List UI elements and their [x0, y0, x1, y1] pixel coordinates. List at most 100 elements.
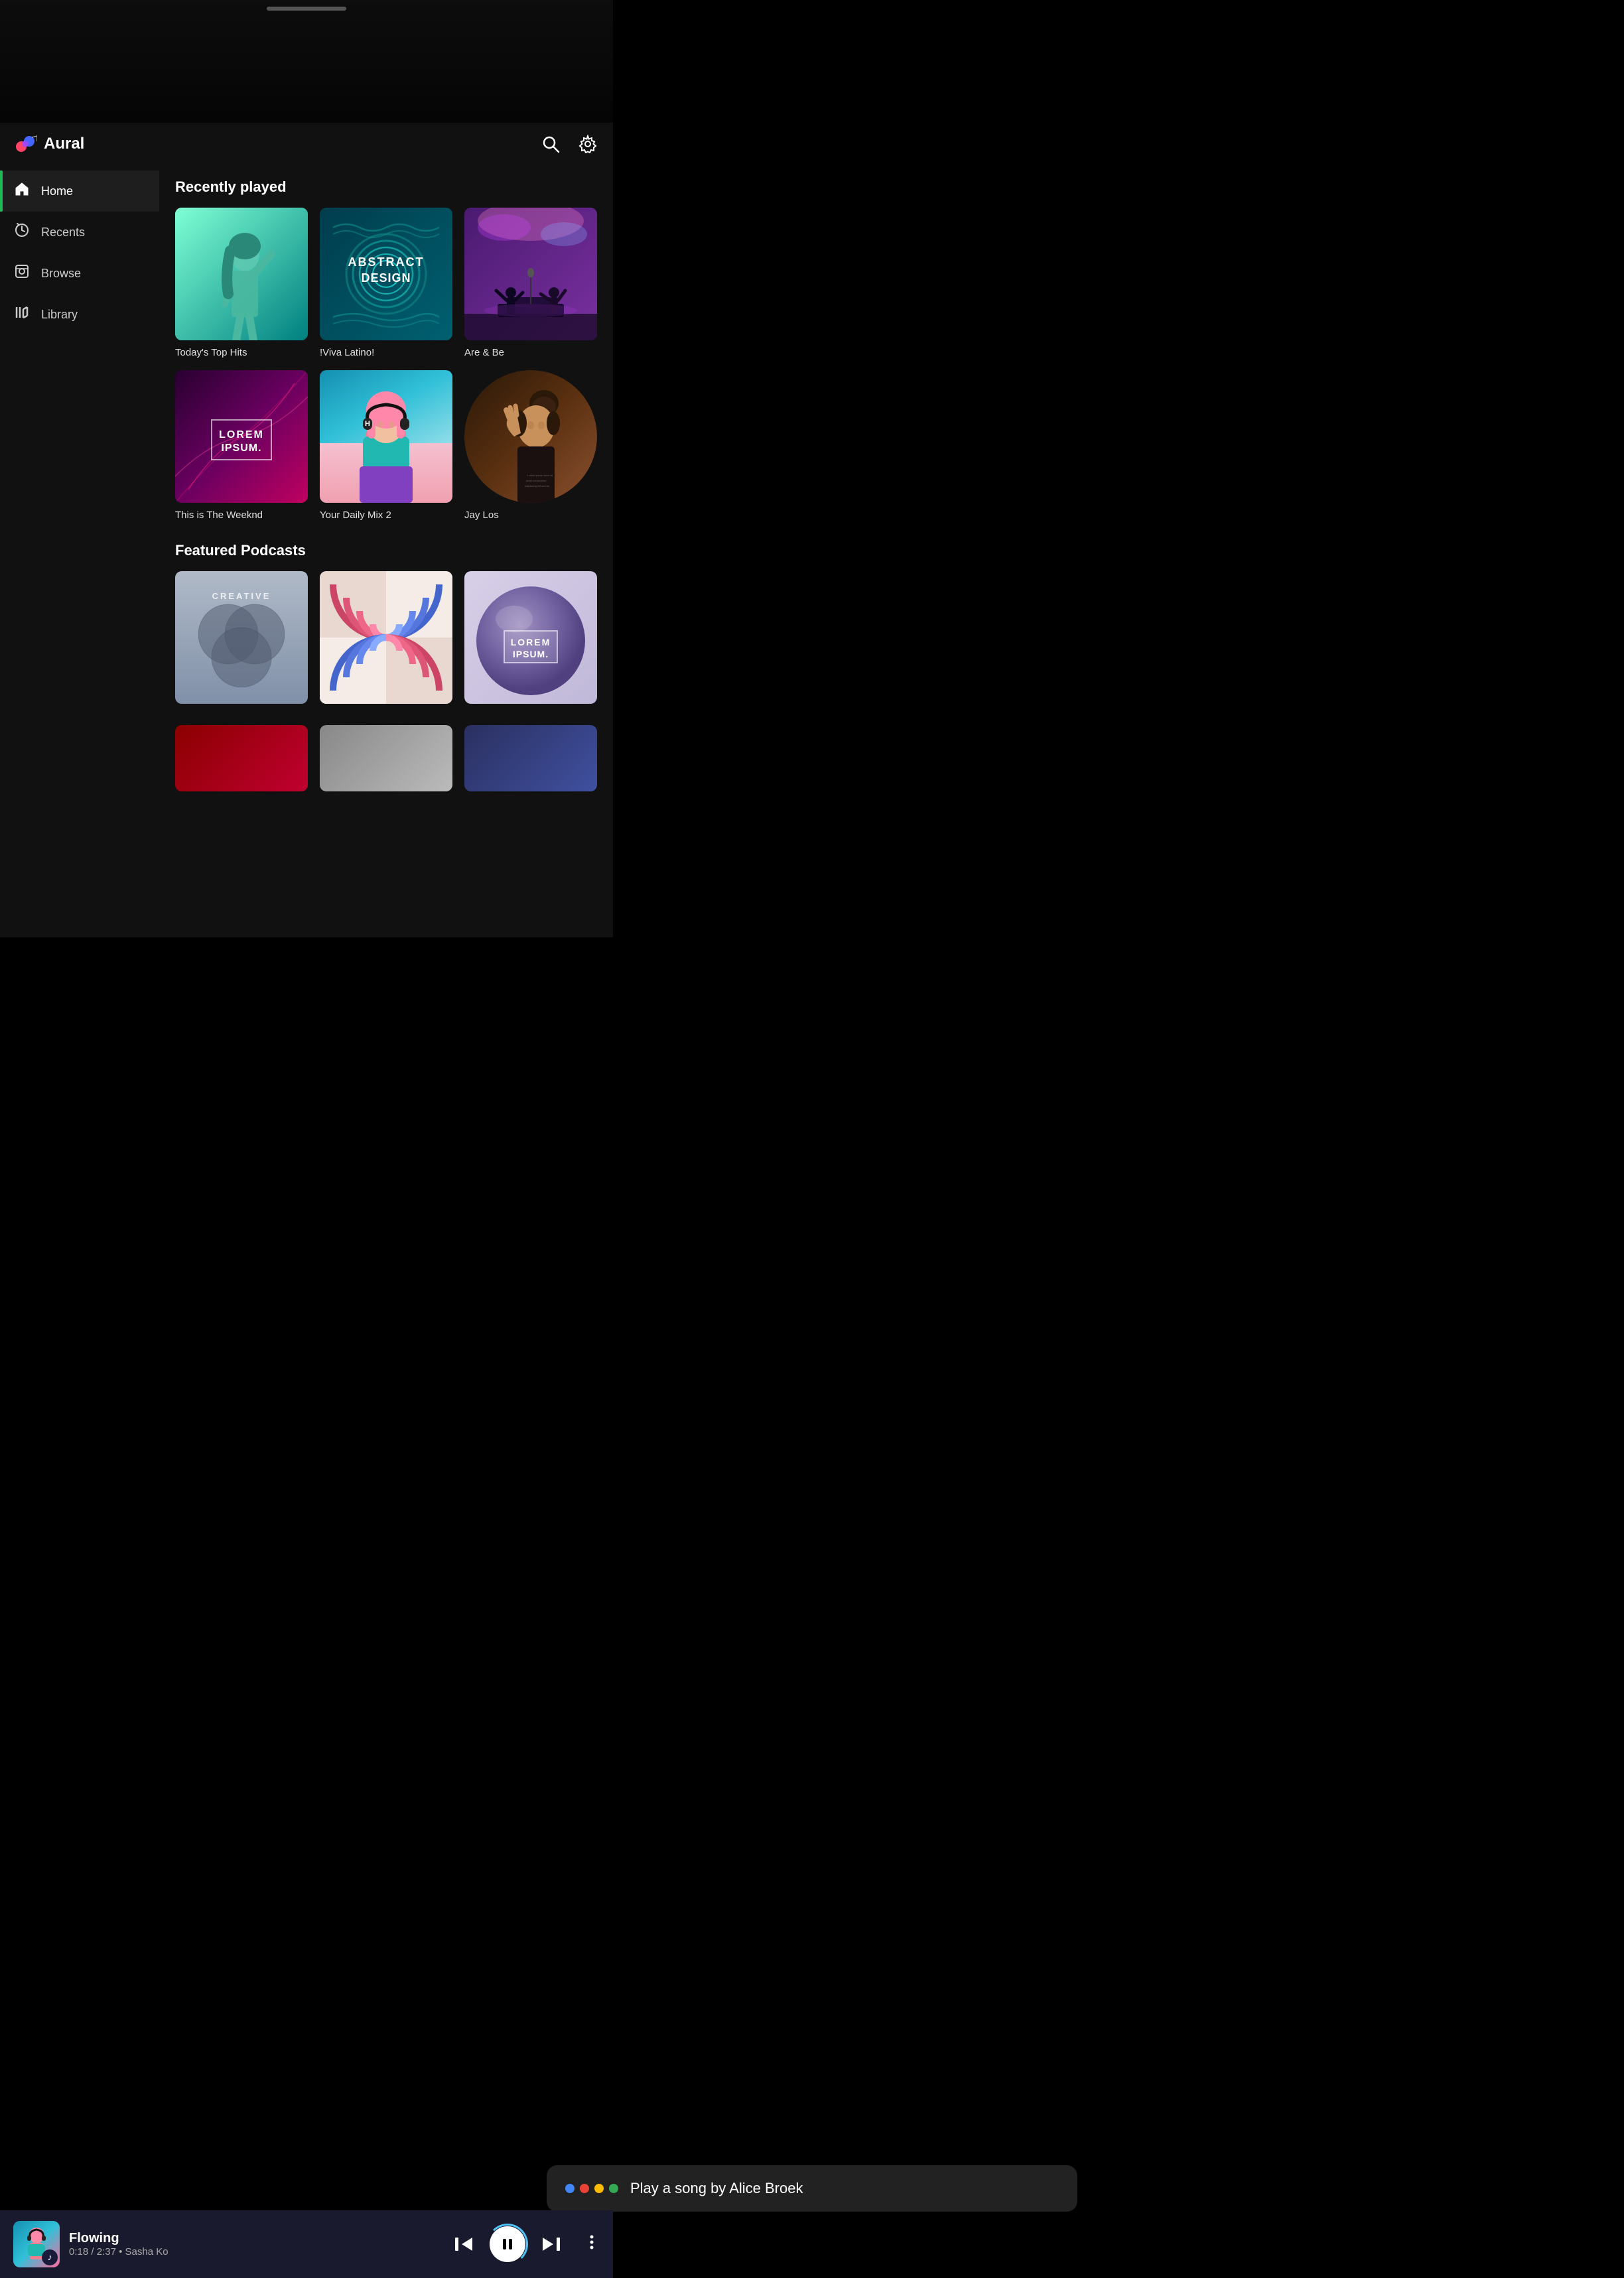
podcast-thumb-3: LOREM IPSUM. [464, 571, 597, 704]
sidebar-item-browse[interactable]: Browse [0, 253, 159, 294]
app-title: Aural [44, 135, 84, 153]
svg-text:CREATIVE: CREATIVE [212, 591, 271, 601]
album-label-top-hits: Today's Top Hits [175, 347, 308, 358]
album-thumb-top-hits [175, 208, 308, 340]
top-hits-art [175, 208, 308, 340]
settings-button[interactable] [576, 132, 600, 156]
recently-played-title: Recently played [175, 178, 597, 196]
main-layout: Home Recents Browse [0, 165, 613, 937]
dot-blue [565, 2184, 575, 2193]
album-card-weeknd[interactable]: LOREM IPSUM. This is The Weeknd [175, 370, 308, 521]
viva-latino-art: ABSTRACT DESIGN [320, 208, 452, 340]
browse-icon [13, 263, 31, 283]
more-options-button[interactable] [584, 2234, 600, 2255]
podcast-card-3[interactable]: LOREM IPSUM. [464, 571, 597, 704]
featured-podcasts-title: Featured Podcasts [175, 542, 597, 559]
are-be-art [464, 208, 597, 340]
album-label-weeknd: This is The Weeknd [175, 509, 308, 521]
now-playing-time-sep: / [91, 2246, 96, 2257]
podcast-creative-art: CREATIVE [175, 571, 308, 704]
recently-played-grid: Today's Top Hits [175, 208, 597, 521]
album-thumb-weeknd: LOREM IPSUM. [175, 370, 308, 503]
gear-icon [578, 135, 597, 153]
podcast-card-creative[interactable]: CREATIVE [175, 571, 308, 704]
svg-text:LOREM: LOREM [511, 637, 551, 647]
svg-text:♪: ♪ [48, 2251, 52, 2262]
svg-text:DESIGN: DESIGN [361, 271, 411, 285]
voice-assistant-bar: Play a song by Alice Broek [547, 2165, 1077, 2212]
now-playing-thumb: ♪ [13, 2221, 60, 2267]
weeknd-art: LOREM IPSUM. [175, 370, 308, 503]
sidebar-item-home[interactable]: Home [0, 170, 159, 212]
album-thumb-viva-latino: ABSTRACT DESIGN [320, 208, 452, 340]
album-card-are-be[interactable]: Are & Be [464, 208, 597, 358]
next-button[interactable] [541, 2234, 561, 2254]
bottom-thumb-1[interactable] [175, 725, 308, 791]
now-playing-art: ♪ [13, 2221, 60, 2267]
now-playing-time-total: 2:37 [97, 2246, 116, 2257]
dot-red [580, 2184, 589, 2193]
play-pause-button[interactable] [490, 2226, 525, 2262]
sidebar: Home Recents Browse [0, 165, 159, 937]
search-icon [541, 135, 560, 153]
header-actions [539, 132, 600, 156]
bottom-row [175, 725, 597, 924]
podcast-2-art [320, 571, 452, 704]
library-icon [13, 304, 31, 324]
podcast-card-2[interactable] [320, 571, 452, 704]
now-playing-title: Flowing [69, 2231, 454, 2246]
album-thumb-are-be [464, 208, 597, 340]
podcast-thumb-2 [320, 571, 452, 704]
featured-podcasts-section: Featured Podcasts [175, 542, 597, 704]
sidebar-library-label: Library [41, 308, 78, 322]
jay-los-art: Lorem ipsum dolor sit amet consectetur a… [464, 370, 597, 503]
album-label-jay-los: Jay Los [464, 509, 597, 521]
album-label-viva-latino: !Viva Latino! [320, 347, 452, 358]
pause-icon [500, 2237, 515, 2251]
now-playing-info: Flowing 0:18 / 2:37 • Sasha Ko [69, 2231, 454, 2257]
prev-button[interactable] [454, 2234, 474, 2254]
recents-icon [13, 222, 31, 242]
skip-forward-icon [541, 2234, 561, 2254]
sidebar-home-label: Home [41, 184, 73, 198]
svg-text:ABSTRACT: ABSTRACT [348, 255, 425, 269]
sidebar-item-library[interactable]: Library [0, 294, 159, 335]
sidebar-browse-label: Browse [41, 267, 81, 281]
now-playing-artist: Sasha Ko [125, 2246, 169, 2257]
daily-mix-art: H [320, 370, 452, 503]
more-dots-icon [584, 2234, 600, 2250]
album-thumb-daily-mix: H [320, 370, 452, 503]
svg-text:H: H [365, 420, 370, 428]
svg-text:adipiscing elit sed do: adipiscing elit sed do [525, 484, 550, 488]
now-playing-dot: • [119, 2246, 125, 2257]
search-button[interactable] [539, 132, 563, 156]
now-playing-bar: ♪ Flowing 0:18 / 2:37 • Sasha Ko [0, 2210, 613, 2278]
album-card-daily-mix[interactable]: H Your Daily Mix 2 [320, 370, 452, 521]
podcast-thumb-creative: CREATIVE [175, 571, 308, 704]
content-area: Recently played [159, 165, 613, 937]
dot-yellow [594, 2184, 604, 2193]
album-card-viva-latino[interactable]: ABSTRACT DESIGN !Viva Latino! [320, 208, 452, 358]
album-card-top-hits[interactable]: Today's Top Hits [175, 208, 308, 358]
app-logo: Aural [13, 132, 539, 156]
now-playing-subtitle: 0:18 / 2:37 • Sasha Ko [69, 2246, 454, 2257]
bottom-thumb-2[interactable] [320, 725, 452, 791]
skip-back-icon [454, 2234, 474, 2254]
podcast-grid: CREATIVE [175, 571, 597, 704]
sidebar-item-recents[interactable]: Recents [0, 212, 159, 253]
logo-icon [13, 132, 37, 156]
voice-dots [565, 2184, 618, 2193]
podcast-3-art: LOREM IPSUM. [464, 571, 597, 704]
svg-text:amet consectetur: amet consectetur [526, 479, 547, 482]
album-thumb-jay-los: Lorem ipsum dolor sit amet consectetur a… [464, 370, 597, 503]
sidebar-recents-label: Recents [41, 226, 85, 239]
pill-handle [267, 7, 346, 11]
home-icon [13, 181, 31, 201]
svg-text:IPSUM.: IPSUM. [513, 649, 549, 659]
player-controls [454, 2226, 600, 2262]
bottom-thumb-3[interactable] [464, 725, 597, 791]
recently-played-section: Recently played [175, 178, 597, 521]
top-background [0, 0, 613, 123]
album-card-jay-los[interactable]: Lorem ipsum dolor sit amet consectetur a… [464, 370, 597, 521]
svg-text:IPSUM.: IPSUM. [221, 442, 261, 454]
